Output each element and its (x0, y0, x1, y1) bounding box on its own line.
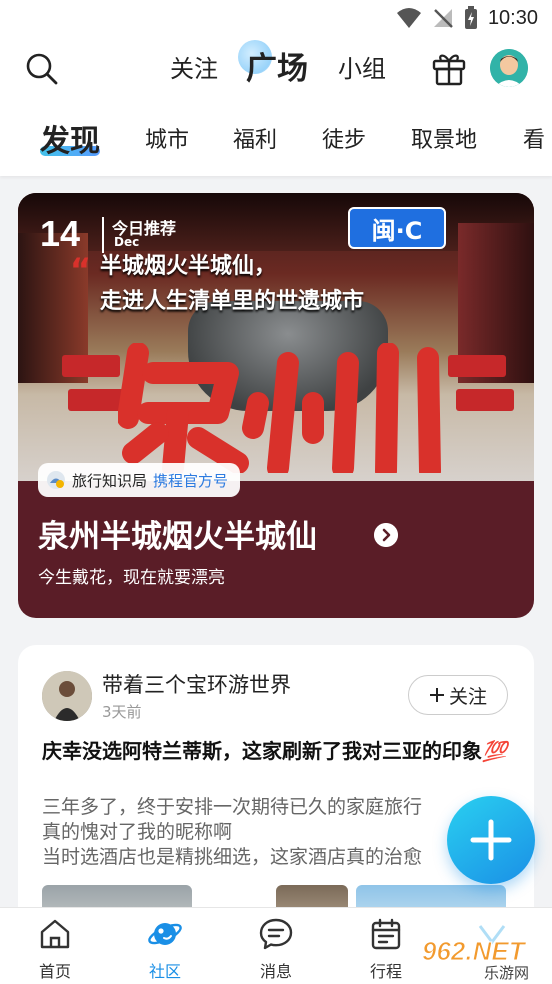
battery-charging-icon (464, 6, 477, 29)
source-name: 旅行知识局 (72, 471, 148, 490)
post-body-line: 当时选酒店也是精挑细选，这家酒店真的治愈 (42, 846, 423, 868)
category-tabs: 发现 城市 福利 徒步 取景地 看 (0, 100, 552, 176)
calligraphy-quanzhou (118, 343, 441, 473)
featured-card[interactable]: 14 今日推荐 Dec “ 半城烟火半城仙， 走进人生清单里的世遗城市 闽·C … (18, 193, 534, 618)
calendar-icon (371, 918, 401, 950)
post-title[interactable]: 庆幸没选阿特兰蒂斯，这家刷新了我对三亚的印象💯 (42, 737, 512, 765)
nav-home[interactable]: 首页 (20, 916, 90, 982)
nav-messages-label: 消息 (259, 962, 292, 981)
license-plate: 闽·C (348, 207, 446, 249)
category-filming-locations[interactable]: 取景地 (411, 122, 477, 154)
category-more[interactable]: 看 (523, 122, 545, 154)
plus-icon (429, 688, 444, 702)
post-body[interactable]: 三年多了，终于安排一次期待已久的家庭旅行 真的愧对了我的昵称啊 当时选酒店也是精… (42, 795, 510, 870)
search-icon[interactable] (24, 51, 60, 87)
create-post-button[interactable] (447, 796, 535, 884)
status-icons: 10:30 (396, 6, 538, 30)
post-title-text: 庆幸没选阿特兰蒂斯，这家刷新了我对三亚的印象 (42, 739, 482, 763)
plus-icon (470, 819, 512, 861)
watermark-site: 乐游网 (484, 964, 529, 982)
author-avatar[interactable] (42, 671, 92, 721)
nav-community-label: 社区 (148, 962, 181, 981)
featured-image: 14 今日推荐 Dec “ 半城烟火半城仙， 走进人生清单里的世遗城市 闽·C (18, 193, 534, 481)
post-body-line: 真的愧对了我的昵称啊 (42, 821, 233, 843)
site-watermark: 962.NET 乐游网 (422, 925, 529, 982)
feature-headline-line2: 走进人生清单里的世遗城市 (100, 289, 365, 314)
user-avatar[interactable] (490, 49, 528, 87)
follow-label: 关注 (448, 685, 487, 708)
gift-icon[interactable] (430, 49, 468, 87)
nav-community[interactable]: 社区 (130, 916, 200, 982)
nav-itinerary[interactable]: 行程 (351, 916, 421, 982)
author-name[interactable]: 带着三个宝环游世界 (102, 669, 291, 699)
top-nav: 关注 广场 小组 (0, 38, 552, 100)
quote-mark-icon: “ (70, 251, 92, 289)
planet-icon (148, 923, 182, 945)
source-badge[interactable]: 旅行知识局 携程官方号 (38, 463, 241, 497)
signal-off-icon (433, 9, 453, 28)
feature-subtitle: 今生戴花，现在就要漂亮 (38, 568, 225, 588)
official-account-tag: 携程官方号 (153, 471, 229, 490)
chevron-right-icon[interactable] (374, 523, 398, 547)
nav-itinerary-label: 行程 (369, 962, 402, 981)
wifi-icon (396, 8, 421, 28)
knowledge-bureau-icon (47, 471, 65, 489)
author-photo-icon (42, 671, 92, 721)
date-month: Dec (114, 235, 140, 249)
category-hiking[interactable]: 徒步 (322, 122, 366, 154)
category-city[interactable]: 城市 (145, 122, 189, 154)
nav-home-label: 首页 (38, 962, 71, 981)
tab-square[interactable]: 广场 (246, 43, 308, 88)
avatar-face-icon (490, 49, 528, 87)
feature-title: 泉州半城烟火半城仙 (38, 519, 317, 555)
post-time: 3天前 (102, 703, 142, 721)
watermark-brand: 962.NET (422, 936, 527, 966)
post-body-line: 三年多了，终于安排一次期待已久的家庭旅行 (42, 796, 423, 818)
category-benefits[interactable]: 福利 (233, 122, 277, 154)
home-icon (40, 919, 70, 949)
nav-messages[interactable]: 消息 (241, 916, 311, 982)
red-stool (62, 355, 120, 377)
hundred-points-icon: 💯 (482, 739, 507, 763)
status-bar: 10:30 (0, 0, 552, 38)
feature-headline-line1: 半城烟火半城仙， (100, 254, 277, 279)
message-icon (259, 918, 293, 950)
category-discover[interactable]: 发现 (40, 116, 100, 160)
status-time: 10:30 (487, 6, 538, 29)
date-day: 14 (40, 213, 81, 254)
post-card[interactable]: 带着三个宝环游世界 3天前 关注 庆幸没选阿特兰蒂斯，这家刷新了我对三亚的印象💯… (18, 645, 534, 945)
tab-groups[interactable]: 小组 (338, 49, 386, 84)
red-stool (456, 389, 514, 411)
follow-button[interactable]: 关注 (408, 675, 508, 715)
tab-follow[interactable]: 关注 (170, 49, 218, 84)
temple-roof (18, 193, 534, 251)
